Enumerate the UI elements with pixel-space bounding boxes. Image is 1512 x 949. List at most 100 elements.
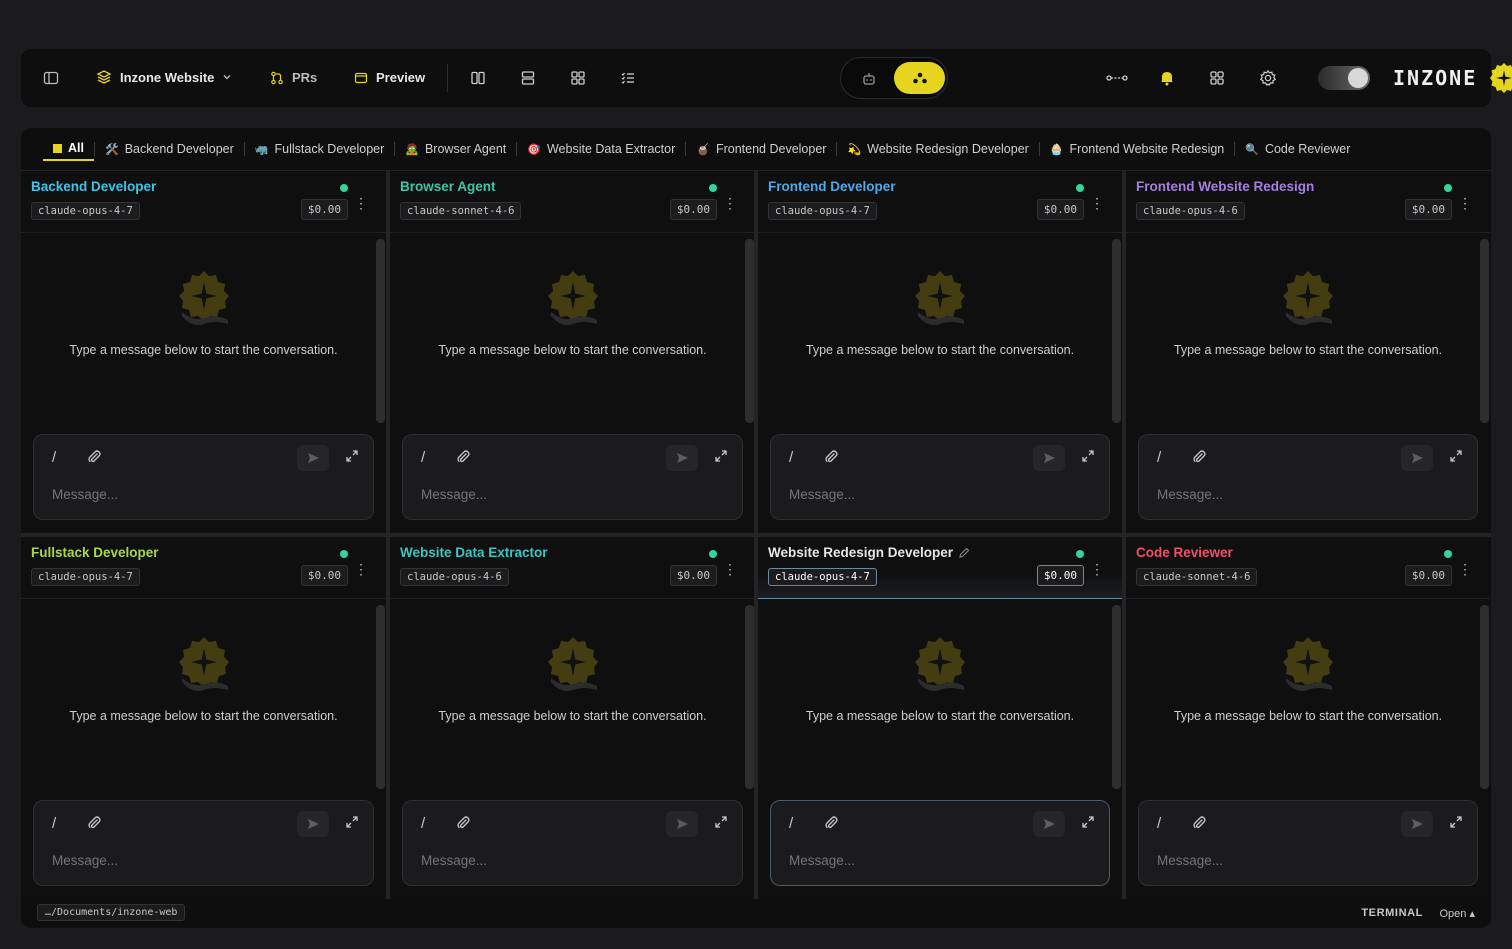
- apps-grid-icon[interactable]: [1209, 70, 1225, 86]
- scrollbar[interactable]: [1480, 239, 1489, 423]
- agent-name[interactable]: Code Reviewer: [1136, 545, 1233, 560]
- panel-horizontal-splitter[interactable]: [21, 533, 1491, 537]
- model-badge[interactable]: claude-opus-4-6: [400, 568, 509, 586]
- message-input[interactable]: [1157, 487, 1377, 502]
- terminal-label[interactable]: TERMINAL: [1361, 907, 1423, 919]
- paperclip-icon[interactable]: [823, 815, 839, 836]
- send-button[interactable]: [297, 811, 329, 837]
- message-input[interactable]: [789, 853, 1009, 868]
- slash-command-button[interactable]: /: [421, 449, 425, 466]
- model-badge[interactable]: claude-opus-4-7: [31, 568, 140, 586]
- multi-agent-mode-button[interactable]: [894, 62, 945, 94]
- slash-command-button[interactable]: /: [1157, 815, 1161, 832]
- slash-command-button[interactable]: /: [52, 449, 56, 466]
- more-vertical-icon[interactable]: ⋮: [723, 561, 737, 578]
- tab-website-redesign-developer[interactable]: 💫 Website Redesign Developer: [837, 137, 1038, 161]
- more-vertical-icon[interactable]: ⋮: [354, 195, 368, 212]
- more-vertical-icon[interactable]: ⋮: [1458, 195, 1472, 212]
- send-button[interactable]: [666, 811, 698, 837]
- paperclip-icon[interactable]: [86, 815, 102, 836]
- message-input[interactable]: [421, 487, 641, 502]
- tab-fullstack-developer[interactable]: 🦏 Fullstack Developer: [245, 137, 394, 161]
- model-badge[interactable]: claude-sonnet-4-6: [400, 202, 522, 220]
- scrollbar[interactable]: [376, 605, 385, 789]
- expand-icon[interactable]: [1081, 815, 1095, 834]
- tab-all[interactable]: All: [43, 137, 94, 161]
- prs-button[interactable]: PRs: [270, 70, 317, 85]
- scrollbar[interactable]: [745, 239, 754, 423]
- more-vertical-icon[interactable]: ⋮: [1090, 561, 1104, 578]
- theme-toggle[interactable]: [1318, 66, 1370, 90]
- scrollbar[interactable]: [1112, 605, 1121, 789]
- expand-icon[interactable]: [1081, 449, 1095, 468]
- terminal-open-button[interactable]: Open ▴: [1440, 907, 1476, 920]
- more-vertical-icon[interactable]: ⋮: [354, 561, 368, 578]
- edit-pencil-icon[interactable]: [958, 546, 970, 564]
- slash-command-button[interactable]: /: [1157, 449, 1161, 466]
- paperclip-icon[interactable]: [455, 815, 471, 836]
- agent-name[interactable]: Fullstack Developer: [31, 545, 159, 560]
- scrollbar[interactable]: [376, 239, 385, 423]
- send-button[interactable]: [297, 445, 329, 471]
- paperclip-icon[interactable]: [1191, 815, 1207, 836]
- paperclip-icon[interactable]: [823, 449, 839, 470]
- send-button[interactable]: [1401, 445, 1433, 471]
- more-vertical-icon[interactable]: ⋮: [1090, 195, 1104, 212]
- model-badge[interactable]: claude-sonnet-4-6: [1136, 568, 1258, 586]
- scrollbar[interactable]: [745, 605, 754, 789]
- message-input[interactable]: [52, 853, 272, 868]
- expand-icon[interactable]: [1449, 815, 1463, 834]
- tab-website-data-extractor[interactable]: 🎯 Website Data Extractor: [517, 137, 685, 161]
- agent-name[interactable]: Frontend Developer: [768, 179, 896, 194]
- agent-name[interactable]: Frontend Website Redesign: [1136, 179, 1314, 194]
- layout-rows-icon[interactable]: [520, 70, 536, 86]
- paperclip-icon[interactable]: [455, 449, 471, 470]
- connections-icon[interactable]: [1106, 70, 1128, 86]
- scrollbar[interactable]: [1480, 605, 1489, 789]
- layout-grid-icon[interactable]: [570, 70, 586, 86]
- agent-name[interactable]: Browser Agent: [400, 179, 496, 194]
- layout-columns-icon[interactable]: [470, 70, 486, 86]
- model-badge[interactable]: claude-opus-4-7: [31, 202, 140, 220]
- slash-command-button[interactable]: /: [789, 449, 793, 466]
- send-button[interactable]: [1033, 445, 1065, 471]
- message-input[interactable]: [1157, 853, 1377, 868]
- model-badge[interactable]: claude-opus-4-7: [768, 568, 877, 586]
- expand-icon[interactable]: [345, 449, 359, 468]
- slash-command-button[interactable]: /: [52, 815, 56, 832]
- tab-frontend-developer[interactable]: 🧉 Frontend Developer: [686, 137, 836, 161]
- more-vertical-icon[interactable]: ⋮: [1458, 561, 1472, 578]
- model-badge[interactable]: claude-opus-4-7: [768, 202, 877, 220]
- message-input[interactable]: [421, 853, 641, 868]
- expand-icon[interactable]: [1449, 449, 1463, 468]
- message-input[interactable]: [789, 487, 1009, 502]
- agent-name[interactable]: Website Data Extractor: [400, 545, 548, 560]
- sidebar-toggle-icon[interactable]: [43, 70, 59, 86]
- expand-icon[interactable]: [345, 815, 359, 834]
- agent-name[interactable]: Backend Developer: [31, 179, 156, 194]
- paperclip-icon[interactable]: [86, 449, 102, 470]
- paperclip-icon[interactable]: [1191, 449, 1207, 470]
- tab-frontend-website-redesign[interactable]: 🧁 Frontend Website Redesign: [1040, 137, 1234, 161]
- slash-command-button[interactable]: /: [789, 815, 793, 832]
- message-input[interactable]: [52, 487, 272, 502]
- tab-code-reviewer[interactable]: 🔍 Code Reviewer: [1235, 137, 1360, 161]
- agent-name[interactable]: Website Redesign Developer: [768, 545, 953, 560]
- send-button[interactable]: [1033, 811, 1065, 837]
- expand-icon[interactable]: [714, 815, 728, 834]
- bell-icon[interactable]: [1159, 69, 1175, 86]
- scrollbar[interactable]: [1112, 239, 1121, 423]
- project-selector[interactable]: Inzone Website: [96, 69, 232, 85]
- model-badge[interactable]: claude-opus-4-6: [1136, 202, 1245, 220]
- more-vertical-icon[interactable]: ⋮: [723, 195, 737, 212]
- preview-button[interactable]: Preview: [354, 70, 425, 85]
- task-list-icon[interactable]: [620, 70, 636, 86]
- slash-command-button[interactable]: /: [421, 815, 425, 832]
- tab-browser-agent[interactable]: 🧟 Browser Agent: [395, 137, 516, 161]
- send-button[interactable]: [666, 445, 698, 471]
- gear-icon[interactable]: [1259, 69, 1277, 87]
- send-button[interactable]: [1401, 811, 1433, 837]
- robot-icon[interactable]: [851, 67, 887, 91]
- tab-backend-developer[interactable]: 🛠️ Backend Developer: [95, 137, 244, 161]
- expand-icon[interactable]: [714, 449, 728, 468]
